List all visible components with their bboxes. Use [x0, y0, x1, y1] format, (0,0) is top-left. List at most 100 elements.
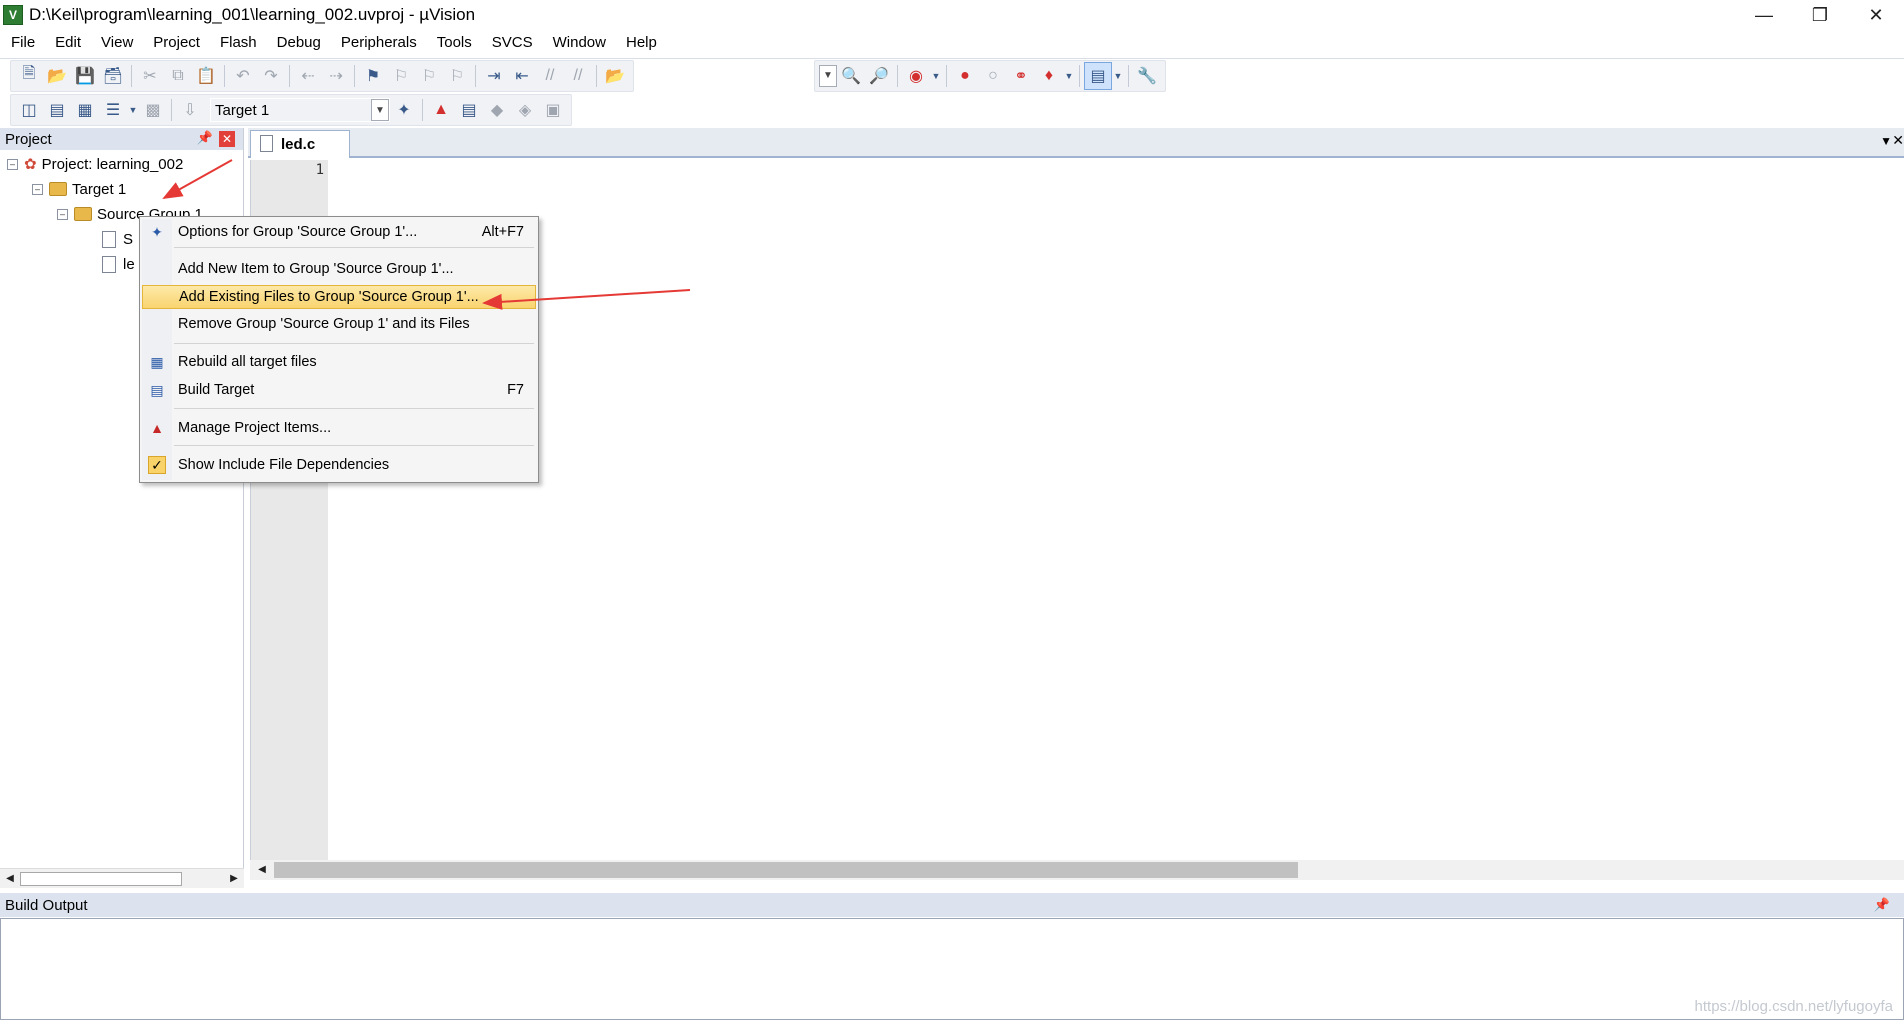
menu-edit[interactable]: Edit — [45, 30, 91, 56]
toolbar-separator — [596, 64, 597, 87]
restore-button[interactable]: ❐ — [1792, 0, 1848, 30]
close-button[interactable]: ✕ — [1848, 0, 1904, 30]
window-layout-dropdown-icon[interactable]: ▼ — [1112, 62, 1124, 90]
editor-scrollbar[interactable]: ◀ — [250, 860, 1904, 880]
menu-rebuild-all[interactable]: ▦ Rebuild all target files — [142, 350, 536, 374]
menu-flash[interactable]: Flash — [210, 30, 267, 56]
bookmark-clear-icon[interactable]: ⚐ — [443, 62, 471, 90]
scroll-left-icon[interactable]: ◀ — [2, 871, 18, 887]
menu-separator — [174, 247, 534, 248]
tab-led-c[interactable]: led.c — [250, 130, 350, 158]
paste-icon[interactable]: 📋 — [192, 62, 220, 90]
window-layout-icon[interactable]: ▤ — [1084, 61, 1112, 90]
bookmark-prev-icon[interactable]: ⚐ — [387, 62, 415, 90]
minimize-button[interactable]: — — [1736, 0, 1792, 30]
target-select-dropdown-icon[interactable]: ▼ — [371, 99, 389, 121]
manage-project-items-icon[interactable]: ▲ — [427, 96, 455, 124]
debug-session-icon[interactable]: ◉ — [902, 62, 930, 90]
breakpoint-insert-icon[interactable]: ● — [951, 62, 979, 90]
incremental-find-icon[interactable]: 🔎 — [865, 62, 893, 90]
copy-icon[interactable]: ⧉ — [164, 62, 192, 90]
comment-icon[interactable]: // — [536, 62, 564, 90]
collapse-icon[interactable]: – — [32, 183, 43, 195]
new-file-icon[interactable]: 🗎 — [15, 62, 43, 90]
find-combo-dropdown[interactable]: ▼ — [819, 64, 837, 87]
tabs-dropdown-icon[interactable]: ▼ — [1880, 134, 1892, 148]
menu-view[interactable]: View — [91, 30, 143, 56]
scroll-right-icon[interactable]: ▶ — [226, 871, 242, 887]
bookmark-next-icon[interactable]: ⚐ — [415, 62, 443, 90]
menu-svcs[interactable]: SVCS — [482, 30, 543, 56]
scroll-thumb[interactable] — [274, 862, 1298, 878]
batch-build-dropdown-icon[interactable]: ▼ — [127, 96, 139, 124]
menu-remove-group[interactable]: Remove Group 'Source Group 1' and its Fi… — [142, 312, 536, 336]
tree-project-label: Project: learning_002 — [41, 155, 184, 173]
scroll-left-icon[interactable]: ◀ — [254, 862, 270, 878]
find-icon[interactable]: 🔍 — [837, 62, 865, 90]
menu-build-target[interactable]: ▤ Build Target F7 — [142, 378, 536, 402]
tree-target-node[interactable]: – Target 1 — [32, 178, 126, 200]
run-time-environment-icon[interactable]: ▣ — [539, 96, 567, 124]
tree-file-node[interactable]: S — [102, 228, 133, 250]
tree-file-node[interactable]: le — [102, 253, 135, 275]
unindent-icon[interactable]: ⇤ — [508, 62, 536, 90]
breakpoint-settings-icon[interactable]: ♦ — [1035, 62, 1063, 90]
pin-icon[interactable]: 📌 — [197, 130, 213, 146]
pin-icon[interactable]: 📌 — [1874, 897, 1890, 913]
menu-show-include-dependencies[interactable]: ✓ Show Include File Dependencies — [142, 453, 536, 477]
save-all-icon[interactable]: 🗃 — [99, 62, 127, 90]
file-toolbar-group: 🗎 📂 💾 🗃 ✂ ⧉ 📋 ↶ ↷ ⇠ ⇢ ⚑ ⚐ ⚐ ⚐ ⇥ ⇤ // // … — [10, 59, 634, 92]
uncomment-icon[interactable]: // — [564, 62, 592, 90]
pack-installer-icon[interactable]: ◈ — [511, 96, 539, 124]
redo-icon[interactable]: ↷ — [257, 62, 285, 90]
open-folder-icon[interactable]: 📂 — [43, 62, 71, 90]
collapse-icon[interactable]: – — [7, 158, 18, 170]
build-output-panel[interactable]: https://blog.csdn.net/lyfugoyfa — [0, 918, 1904, 1020]
undo-icon[interactable]: ↶ — [229, 62, 257, 90]
debug-dropdown-icon[interactable]: ▼ — [930, 62, 942, 90]
collapse-icon[interactable]: – — [57, 208, 68, 220]
save-icon[interactable]: 💾 — [71, 62, 99, 90]
menu-tools[interactable]: Tools — [427, 30, 482, 56]
menu-add-existing-files[interactable]: Add Existing Files to Group 'Source Grou… — [142, 285, 536, 309]
batch-build-icon[interactable]: ☰ — [99, 96, 127, 124]
close-panel-icon[interactable]: ✕ — [219, 131, 235, 147]
find-in-files-icon[interactable]: 📂 — [601, 62, 629, 90]
breakpoint-disable-icon[interactable]: ○ — [979, 62, 1007, 90]
translate-icon[interactable]: ◫ — [15, 96, 43, 124]
menu-window[interactable]: Window — [543, 30, 616, 56]
close-tab-icon[interactable]: ✕ — [1892, 132, 1904, 149]
breakpoint-dropdown-icon[interactable]: ▼ — [1063, 62, 1075, 90]
editor-tab-bar: led.c ▼ ✕ — [248, 128, 1904, 158]
menu-project[interactable]: Project — [143, 30, 210, 56]
menu-help[interactable]: Help — [616, 30, 667, 56]
tree-project-node[interactable]: – ✿ Project: learning_002 — [7, 153, 183, 175]
bookmark-toggle-icon[interactable]: ⚑ — [359, 62, 387, 90]
select-packs-icon[interactable]: ◆ — [483, 96, 511, 124]
target-select[interactable]: Target 1 ▼ — [210, 98, 390, 122]
configure-wrench-icon[interactable]: 🔧 — [1133, 62, 1161, 90]
navigate-back-icon[interactable]: ⇠ — [294, 62, 322, 90]
menu-options-for-group[interactable]: ✦ Options for Group 'Source Group 1'... … — [142, 220, 536, 244]
toolbar-separator — [289, 64, 290, 87]
stop-build-icon[interactable]: ▩ — [139, 96, 167, 124]
indent-icon[interactable]: ⇥ — [480, 62, 508, 90]
code-editor[interactable] — [328, 160, 1904, 860]
target-options-wand-icon[interactable]: ✦ — [390, 96, 418, 124]
menu-add-new-item[interactable]: Add New Item to Group 'Source Group 1'..… — [142, 257, 536, 281]
menu-file[interactable]: File — [0, 30, 45, 56]
download-load-icon[interactable]: ⇩ — [176, 96, 204, 124]
menu-peripherals[interactable]: Peripherals — [331, 30, 427, 56]
project-panel-title: Project — [5, 130, 52, 148]
manage-components-icon[interactable]: ▤ — [455, 96, 483, 124]
menu-debug[interactable]: Debug — [267, 30, 331, 56]
navigate-forward-icon[interactable]: ⇢ — [322, 62, 350, 90]
project-panel-header: Project 📌 ✕ — [0, 128, 243, 150]
project-panel-scrollbar[interactable]: ◀ ▶ — [0, 868, 244, 888]
scroll-thumb[interactable] — [20, 872, 182, 886]
menu-manage-project-items[interactable]: ▲ Manage Project Items... — [142, 416, 536, 440]
cut-icon[interactable]: ✂ — [136, 62, 164, 90]
breakpoint-kill-all-icon[interactable]: ⚭ — [1007, 62, 1035, 90]
build-target-icon[interactable]: ▤ — [43, 96, 71, 124]
rebuild-icon[interactable]: ▦ — [71, 96, 99, 124]
